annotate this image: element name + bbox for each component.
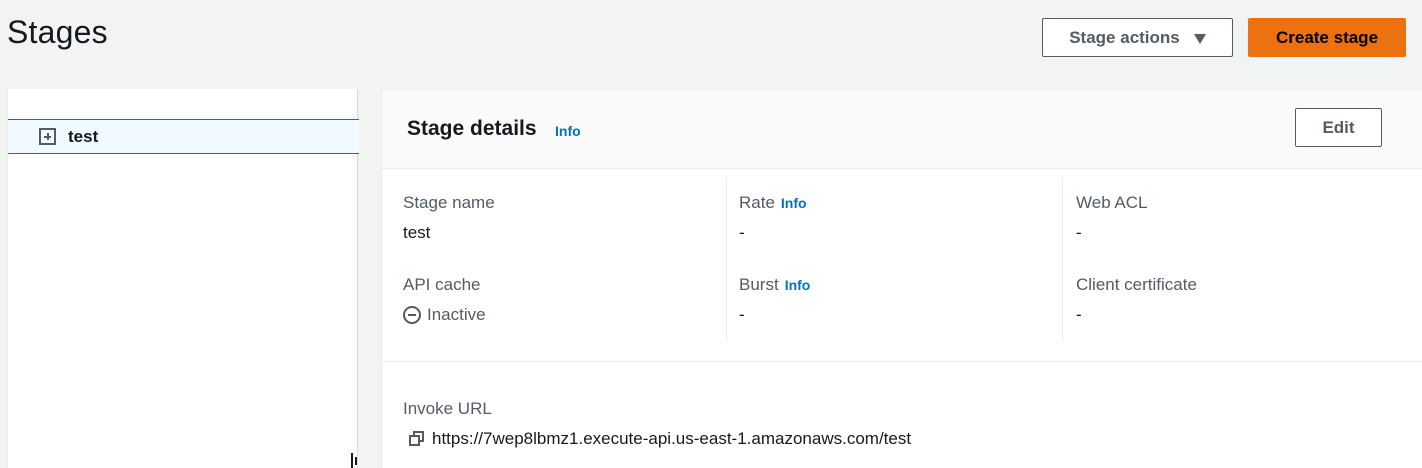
stage-name-label-text: Stage name	[403, 193, 495, 212]
burst-label: Burst Info	[739, 275, 810, 295]
api-cache-value: Inactive	[403, 305, 486, 325]
rate-info-link[interactable]: Info	[781, 195, 807, 211]
stage-details-info-link[interactable]: Info	[555, 123, 581, 139]
burst-label-text: Burst	[739, 275, 779, 294]
stage-details-card: Stage details Info Edit Stage name test …	[381, 89, 1422, 468]
section-divider	[382, 361, 1422, 362]
stage-name-label: Stage name	[403, 193, 495, 213]
stage-actions-label: Stage actions	[1069, 27, 1180, 47]
web-acl-value: -	[1076, 223, 1082, 242]
expand-plus-icon[interactable]	[39, 128, 56, 145]
tree-item-label: test	[68, 126, 99, 146]
copy-icon[interactable]	[408, 430, 426, 448]
burst-value: -	[739, 305, 745, 324]
client-certificate-label: Client certificate	[1076, 275, 1197, 295]
stage-details-header: Stage details Info Edit	[382, 90, 1422, 169]
web-acl-label: Web ACL	[1076, 193, 1148, 213]
invoke-url-value: https://7wep8lbmz1.execute-api.us-east-1…	[408, 429, 911, 449]
api-cache-label-text: API cache	[403, 275, 481, 294]
stages-tree-panel: test	[7, 89, 361, 468]
rate-label: Rate Info	[739, 193, 807, 213]
tree-item-test[interactable]: test	[8, 119, 359, 154]
stage-actions-button[interactable]: Stage actions	[1042, 18, 1233, 57]
rate-value: -	[739, 223, 745, 242]
stage-details-title: Stage details	[407, 117, 537, 140]
column-divider	[1062, 177, 1063, 341]
stage-name-value: test	[403, 223, 431, 242]
rate-label-text: Rate	[739, 193, 775, 212]
client-certificate-label-text: Client certificate	[1076, 275, 1197, 294]
panel-resize-handle[interactable]	[351, 453, 361, 468]
invoke-url-label-text: Invoke URL	[403, 399, 492, 418]
invoke-url-label: Invoke URL	[403, 399, 492, 419]
api-cache-label: API cache	[403, 275, 481, 295]
edit-button[interactable]: Edit	[1295, 108, 1382, 147]
caret-down-icon	[1193, 33, 1206, 44]
burst-info-link[interactable]: Info	[785, 277, 811, 293]
inactive-icon	[403, 306, 421, 324]
create-stage-button[interactable]: Create stage	[1248, 18, 1406, 57]
page-title: Stages	[7, 14, 108, 50]
client-certificate-value: -	[1076, 305, 1082, 324]
invoke-url-text[interactable]: https://7wep8lbmz1.execute-api.us-east-1…	[432, 429, 911, 449]
column-divider	[726, 177, 727, 341]
web-acl-label-text: Web ACL	[1076, 193, 1148, 212]
api-cache-status: Inactive	[427, 305, 486, 324]
